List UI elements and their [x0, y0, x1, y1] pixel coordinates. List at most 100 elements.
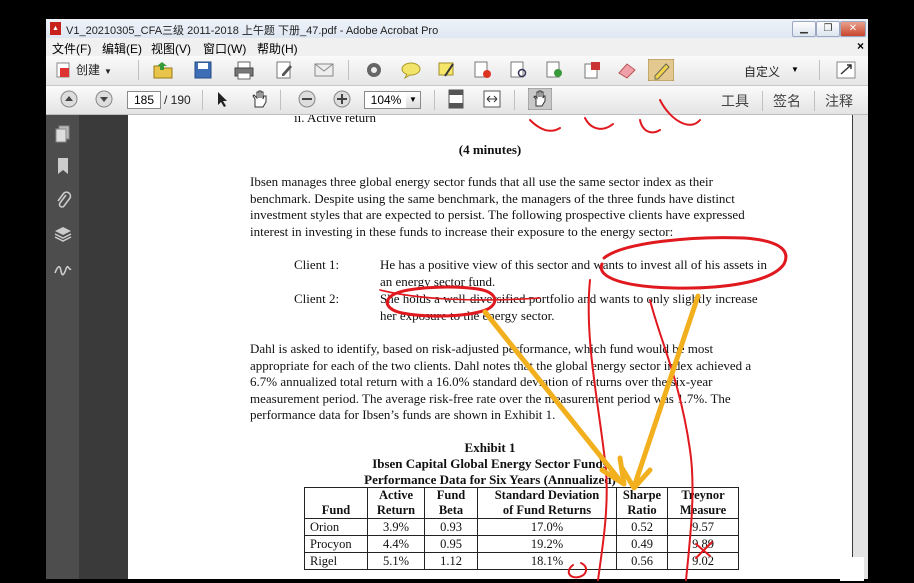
zoom-level-input[interactable]: 104% — [364, 91, 408, 109]
table-cell: Rigel — [304, 552, 368, 570]
fit-width-icon[interactable] — [482, 89, 502, 109]
vertical-scrollbar[interactable] — [853, 115, 868, 579]
document-close-icon[interactable]: × — [857, 39, 864, 53]
menu-help[interactable]: 帮助(H) — [257, 40, 298, 57]
intro-line-3: investment styles that are expected to p… — [250, 207, 745, 222]
client-1-line-2: an energy sector fund. — [380, 273, 496, 289]
menu-edit[interactable]: 编辑(E) — [102, 40, 142, 57]
cut-off-line: ii. Active return — [294, 115, 376, 125]
create-label: 创建 — [76, 63, 101, 77]
table-row: Orion 3.9% 0.93 17.0% 0.52 9.57 — [304, 518, 739, 536]
table-cell: 1.12 — [424, 552, 478, 570]
intro-line-2: benchmark. Despite using the same benchm… — [250, 190, 735, 206]
select-cursor-icon[interactable] — [214, 90, 232, 108]
table-cell: 5.1% — [367, 552, 425, 570]
column-header: Active Return — [367, 487, 425, 519]
previous-page-icon[interactable] — [60, 90, 78, 108]
open-folder-icon[interactable] — [152, 60, 174, 80]
sign-pane-link[interactable]: 签名 — [773, 91, 801, 111]
table-cell: 9.89 — [667, 535, 739, 553]
zoom-dropdown-icon[interactable]: ▼ — [406, 91, 421, 109]
save-icon[interactable] — [193, 60, 213, 80]
document-search-icon[interactable] — [508, 60, 530, 80]
expand-icon[interactable] — [836, 61, 856, 79]
create-icon — [56, 62, 70, 78]
client-1-line-1: He has a positive view of this sector an… — [380, 257, 768, 272]
close-button[interactable]: ✕ — [840, 21, 866, 37]
intro-line-4: interest in investing in these funds to … — [250, 223, 674, 239]
page-thumbnails-icon[interactable] — [54, 125, 72, 143]
client-2-label: Client 2: — [294, 291, 340, 306]
para2-line-5: performance data for Ibsen’s funds are s… — [250, 407, 556, 422]
settings-gear-icon[interactable] — [364, 60, 384, 80]
zoom-in-icon[interactable] — [333, 90, 351, 108]
bookmarks-icon[interactable] — [55, 157, 71, 175]
column-header: Standard Deviation of Fund Returns — [477, 487, 617, 519]
menu-view[interactable]: 视图(V) — [151, 40, 191, 57]
create-button[interactable]: 创建 ▼ — [54, 60, 112, 80]
customize-label[interactable]: 自定义 — [744, 63, 780, 80]
table-cell: 17.0% — [477, 518, 617, 536]
table-cell: 0.93 — [424, 518, 478, 536]
client-2-line-1: She holds a well-diversified portfolio a… — [380, 291, 758, 306]
pdf-app-icon: ▲ — [50, 22, 61, 35]
table-cell: 4.4% — [367, 535, 425, 553]
highlight-note-icon[interactable] — [436, 60, 458, 80]
fit-page-icon[interactable] — [446, 89, 466, 109]
table-cell: 0.49 — [616, 535, 668, 553]
table-cell: 0.56 — [616, 552, 668, 570]
para2-line-3: 6.7% annualized total return with a 16.0… — [250, 374, 713, 389]
email-icon[interactable] — [313, 61, 335, 79]
minimize-button[interactable]: ▁ — [792, 21, 816, 37]
para2-line-1: Dahl is asked to identify, based on risk… — [250, 341, 714, 356]
signatures-icon[interactable] — [53, 261, 73, 277]
table-header-row: Fund Active Return Fund Beta Standard Devi… — [304, 487, 739, 519]
customize-chevron-icon[interactable]: ▼ — [791, 65, 799, 74]
exhibit-title: Exhibit 1 — [464, 440, 516, 455]
edit-document-icon[interactable] — [274, 60, 294, 80]
para2-line-4: measurement period. The average risk-fre… — [250, 390, 731, 406]
next-page-icon[interactable] — [95, 90, 113, 108]
zoom-out-icon[interactable] — [298, 90, 316, 108]
client-2-line-2: her exposure to the energy sector. — [380, 307, 555, 323]
page-total: / 190 — [164, 93, 191, 107]
stamp-delete-icon[interactable] — [472, 60, 494, 80]
attachments-paperclip-icon[interactable] — [54, 191, 72, 211]
print-icon[interactable] — [233, 60, 255, 80]
column-header: Treynor Measure — [667, 487, 739, 519]
corner-white-box — [840, 557, 864, 581]
comment-pane-link[interactable]: 注释 — [825, 91, 853, 111]
table-cell: Procyon — [304, 535, 368, 553]
window-title: V1_20210305_CFA三级 2011-2018 上午题 下册_47.pd… — [66, 25, 439, 37]
minutes-heading: (4 minutes) — [458, 142, 522, 157]
intro-line-1: Ibsen manages three global energy sector… — [250, 174, 713, 189]
left-navigation-pane — [46, 115, 79, 579]
table-cell: 0.95 — [424, 535, 478, 553]
hand-tool-icon[interactable] — [249, 89, 269, 109]
table-cell: 18.1% — [477, 552, 617, 570]
document-refresh-icon[interactable] — [544, 60, 566, 80]
exhibit-subtitle: Ibsen Capital Global Energy Sector Funds — [372, 456, 608, 471]
table-row: Rigel 5.1% 1.12 18.1% 0.56 9.02 — [304, 552, 739, 570]
table-row: Procyon 4.4% 0.95 19.2% 0.49 9.89 — [304, 535, 739, 553]
table-cell: 9.02 — [667, 552, 739, 570]
document-stamp-icon[interactable] — [582, 60, 604, 80]
menu-file[interactable]: 文件(F) — [52, 40, 91, 57]
pencil-draw-icon[interactable] — [648, 59, 674, 81]
client-1-label: Client 1: — [294, 257, 340, 272]
tools-pane-link[interactable]: 工具 — [721, 91, 749, 111]
document-viewport[interactable]: ii. Active return (4 minutes) Ibsen mana… — [79, 115, 868, 579]
read-mode-hand-icon[interactable] — [528, 88, 552, 110]
table-cell: 3.9% — [367, 518, 425, 536]
exhibit-table: Fund Active Return Fund Beta Standard Devi… — [304, 487, 739, 570]
column-header: Fund Beta — [424, 487, 478, 519]
restore-button[interactable]: ❐ — [816, 21, 840, 37]
table-cell: 19.2% — [477, 535, 617, 553]
table-cell: Orion — [304, 518, 368, 536]
page-number-input[interactable]: 185 — [127, 91, 161, 109]
eraser-icon[interactable] — [616, 61, 638, 79]
menu-window[interactable]: 窗口(W) — [203, 40, 246, 57]
comment-bubble-icon[interactable] — [400, 60, 422, 80]
title-bar: ▲ V1_20210305_CFA三级 2011-2018 上午题 下册_47.… — [46, 19, 868, 38]
layers-icon[interactable] — [53, 225, 73, 243]
